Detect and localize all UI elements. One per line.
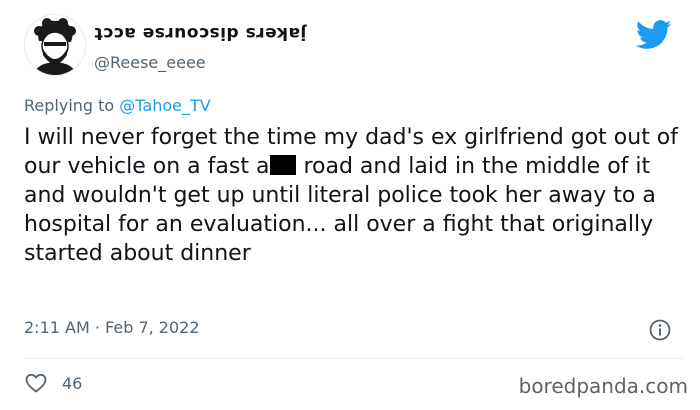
- tweet-timestamp[interactable]: 2:11 AM · Feb 7, 2022: [24, 318, 200, 337]
- avatar[interactable]: [24, 14, 86, 76]
- replying-mention-link[interactable]: @Tahoe_TV: [119, 96, 210, 115]
- divider: [24, 358, 684, 359]
- info-icon[interactable]: [648, 318, 672, 342]
- like-count: 46: [62, 373, 83, 393]
- display-name[interactable]: jakers discourse acct: [94, 22, 306, 44]
- user-names: jakers discourse acct @Reese_eeee: [94, 22, 306, 74]
- user-handle[interactable]: @Reese_eeee: [94, 52, 306, 74]
- tweet-text: I will never forget the time my dad's ex…: [24, 123, 684, 268]
- replying-prefix: Replying to: [24, 96, 120, 115]
- tweet-header: jakers discourse acct @Reese_eeee: [24, 14, 684, 84]
- twitter-bird-icon[interactable]: [635, 20, 672, 50]
- like-button[interactable]: 46: [24, 371, 82, 395]
- redaction-box: [270, 155, 297, 175]
- watermark: boredpanda.com: [518, 374, 688, 398]
- heart-icon[interactable]: [24, 371, 48, 395]
- replying-to: Replying to @Tahoe_TV: [24, 96, 211, 115]
